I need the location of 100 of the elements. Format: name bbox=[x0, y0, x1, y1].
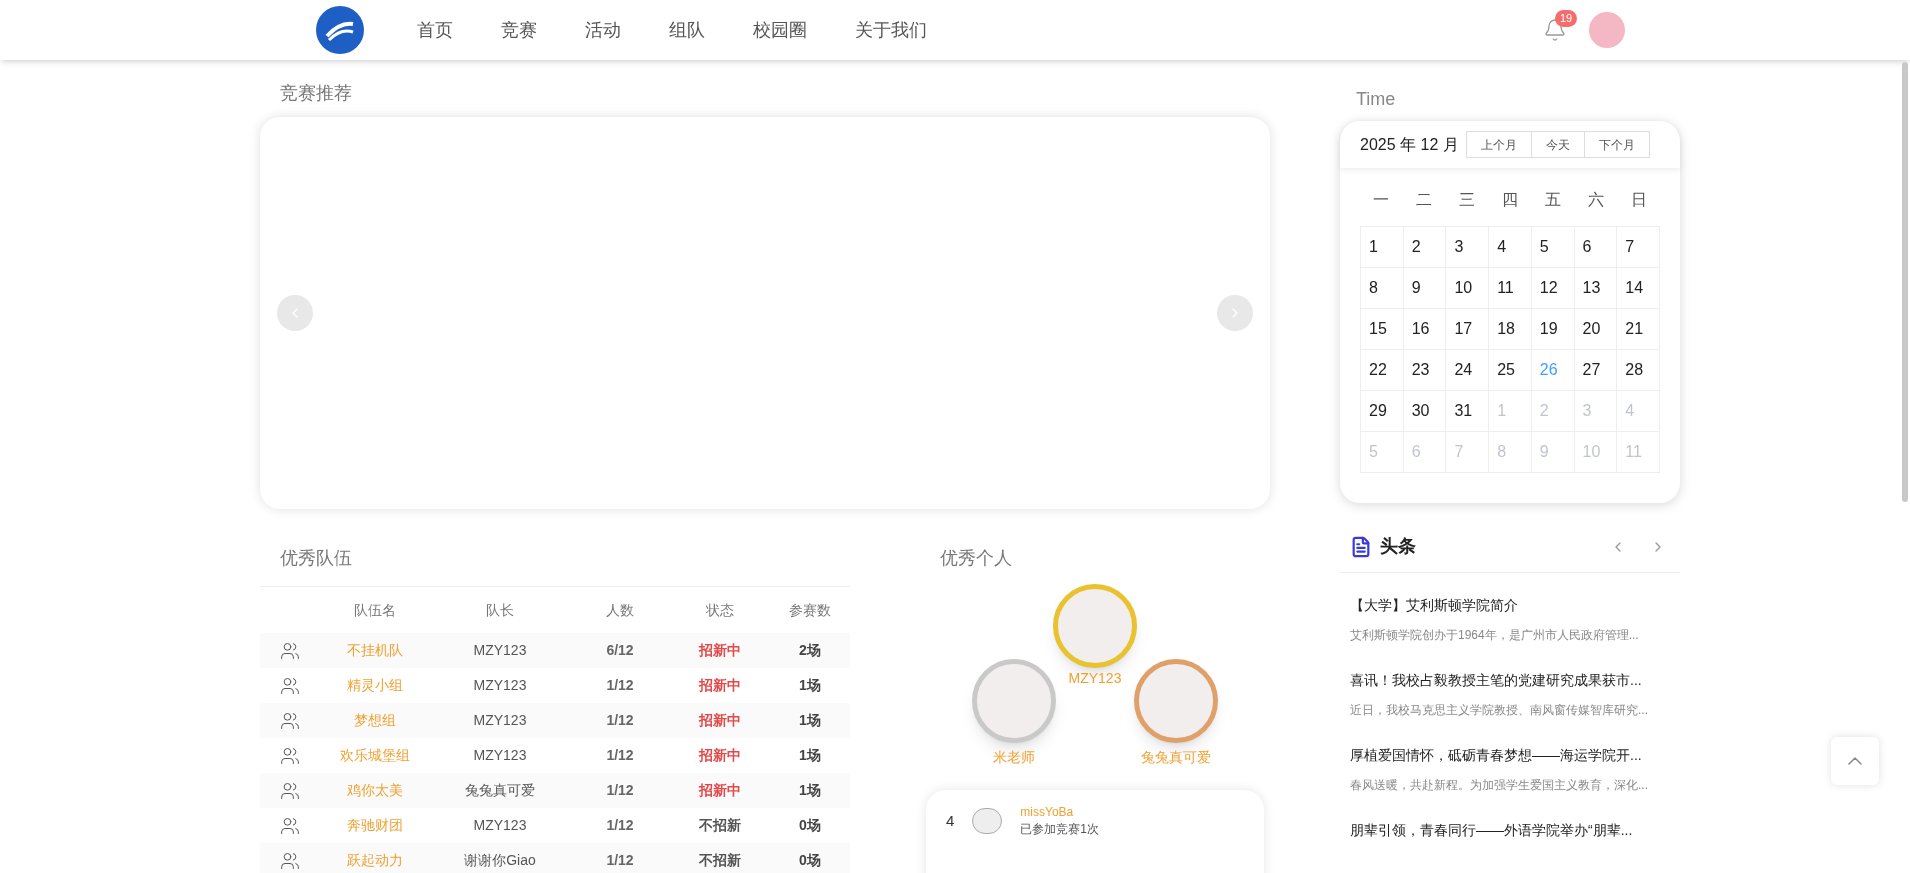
notification-count-badge: 19 bbox=[1555, 10, 1578, 27]
table-cell: 1/12 bbox=[570, 773, 670, 808]
back-to-top-button[interactable] bbox=[1831, 737, 1879, 785]
calendar-day[interactable]: 5 bbox=[1531, 227, 1575, 268]
nav-link[interactable]: 关于我们 bbox=[855, 16, 927, 44]
calendar-day[interactable]: 11 bbox=[1489, 268, 1532, 309]
weekday-label: 三 bbox=[1458, 190, 1477, 210]
calendar-day[interactable]: 29 bbox=[1361, 391, 1404, 432]
column-header: 状态 bbox=[705, 600, 735, 620]
logo-icon[interactable] bbox=[316, 6, 364, 54]
calendar-day[interactable]: 16 bbox=[1403, 309, 1447, 350]
headline-link[interactable]: 朋辈引领，青春同行——外语学院举办“朋辈... bbox=[1350, 820, 1670, 841]
table-cell-text: MZY123 bbox=[472, 816, 528, 835]
table-cell: 1场 bbox=[770, 773, 850, 808]
calendar-day[interactable]: 18 bbox=[1489, 309, 1532, 350]
table-cell: 1场 bbox=[770, 703, 850, 738]
weekday-label: 一 bbox=[1372, 190, 1391, 210]
table-cell: 0场 bbox=[770, 843, 850, 873]
headline-link[interactable]: 【大学】艾利斯顿学院简介 bbox=[1350, 595, 1670, 616]
calendar-day[interactable]: 12 bbox=[1531, 268, 1575, 309]
table-cell-text: 1场 bbox=[798, 746, 822, 765]
calendar-day[interactable]: 4 bbox=[1489, 227, 1532, 268]
nav-link[interactable]: 校园圈 bbox=[753, 16, 807, 44]
table-cell: MZY123 bbox=[430, 633, 570, 668]
table-cell-text: MZY123 bbox=[472, 676, 528, 695]
calendar-day[interactable]: 2 bbox=[1403, 227, 1447, 268]
calendar-day[interactable]: 23 bbox=[1403, 350, 1447, 391]
column-header: 队伍名 bbox=[353, 600, 397, 620]
headline-link[interactable]: 喜讯！我校占毅教授主笔的党建研究成果获市... bbox=[1350, 670, 1670, 691]
headline-link[interactable]: 厚植爱国情怀，砥砺青春梦想——海运学院开... bbox=[1350, 745, 1670, 766]
calendar-day[interactable]: 31 bbox=[1446, 391, 1490, 432]
table-cell: 2场 bbox=[770, 633, 850, 668]
status-cell-text: 招新中 bbox=[697, 746, 742, 765]
table-cell-text: 1/12 bbox=[605, 746, 635, 765]
calendar-day[interactable]: 13 bbox=[1574, 268, 1618, 309]
team-members-icon bbox=[280, 850, 300, 871]
nav-link[interactable]: 竞赛 bbox=[501, 16, 537, 44]
avatar-placeholder bbox=[972, 808, 1003, 834]
weekday-label: 二 bbox=[1415, 190, 1434, 210]
calendar-day[interactable]: 25 bbox=[1489, 350, 1532, 391]
calendar-day[interactable]: 22 bbox=[1361, 350, 1404, 391]
table-cell: 谢谢你Giao bbox=[430, 843, 570, 873]
calendar-day[interactable]: 14 bbox=[1617, 268, 1660, 309]
calendar-day[interactable]: 7 bbox=[1617, 227, 1660, 268]
calendar-day[interactable]: 24 bbox=[1446, 350, 1490, 391]
section-title: 竞赛推荐 bbox=[279, 82, 353, 105]
status-cell: 招新中 bbox=[670, 773, 770, 808]
section-title: 优秀队伍 bbox=[260, 545, 850, 587]
calendar-day[interactable]: 28 bbox=[1617, 350, 1660, 391]
scrollbar-thumb[interactable] bbox=[1902, 62, 1908, 502]
calendar-day[interactable]: 20 bbox=[1574, 309, 1618, 350]
calendar-day[interactable]: 10 bbox=[1446, 268, 1490, 309]
participation-note: 已参加竞赛1次 bbox=[1020, 821, 1100, 838]
month-nav-button[interactable]: 上个月 bbox=[1465, 131, 1532, 158]
nav-link[interactable]: 活动 bbox=[585, 16, 621, 44]
user-avatar[interactable] bbox=[1589, 12, 1625, 48]
calendar-day[interactable]: 30 bbox=[1403, 391, 1447, 432]
column-header: 人数 bbox=[605, 600, 635, 620]
table-cell: 1/12 bbox=[570, 703, 670, 738]
section-title: 头条 bbox=[1380, 535, 1416, 558]
status-cell: 招新中 bbox=[670, 703, 770, 738]
status-cell: 不招新 bbox=[670, 843, 770, 873]
team-members-icon bbox=[280, 815, 300, 836]
weekday-label: 日 bbox=[1629, 190, 1648, 210]
status-cell-text: 不招新 bbox=[698, 816, 742, 835]
calendar-day[interactable]: 1 bbox=[1361, 227, 1404, 268]
month-nav-button[interactable]: 今天 bbox=[1530, 131, 1585, 158]
team-members-icon bbox=[280, 780, 300, 801]
calendar-day[interactable]: 8 bbox=[1361, 268, 1404, 309]
table-cell-text: 0场 bbox=[798, 816, 822, 835]
table-cell-text: 1场 bbox=[798, 676, 822, 695]
calendar-day[interactable]: 6 bbox=[1574, 227, 1618, 268]
headline-summary: 艾利斯顿学院创办于1964年，是广州市人民政府管理... bbox=[1350, 627, 1640, 644]
month-nav-button[interactable]: 下个月 bbox=[1583, 131, 1650, 158]
nav-link[interactable]: 组队 bbox=[669, 16, 705, 44]
calendar-day[interactable]: 3 bbox=[1446, 227, 1490, 268]
status-cell-text: 招新中 bbox=[697, 676, 742, 695]
column-header: 队长 bbox=[485, 600, 515, 620]
nav-link[interactable]: 首页 bbox=[417, 16, 453, 44]
calendar-day[interactable]: 9 bbox=[1403, 268, 1447, 309]
rank-number: 4 bbox=[946, 810, 955, 831]
table-cell: 1/12 bbox=[570, 843, 670, 873]
table-cell: 兔兔真可爱 bbox=[430, 773, 570, 808]
weekday-label: 六 bbox=[1586, 190, 1605, 210]
headline-summary: 春风送暖，共赴新程。为加强学生爱国主义教育，深化... bbox=[1350, 777, 1649, 794]
section-title: Time bbox=[1355, 88, 1397, 111]
table-cell: MZY123 bbox=[430, 703, 570, 738]
team-members-icon bbox=[280, 710, 300, 731]
team-members-icon bbox=[280, 745, 300, 766]
calendar-day[interactable]: 27 bbox=[1574, 350, 1618, 391]
table-cell-text: 1/12 bbox=[605, 816, 635, 835]
team-members-icon bbox=[280, 675, 300, 696]
document-icon bbox=[1350, 535, 1372, 558]
column-header: 参赛数 bbox=[788, 600, 832, 620]
calendar-day[interactable]: 21 bbox=[1617, 309, 1660, 350]
status-cell: 招新中 bbox=[670, 633, 770, 668]
table-cell-text: MZY123 bbox=[472, 746, 528, 765]
calendar-day[interactable]: 17 bbox=[1446, 309, 1490, 350]
calendar-day[interactable]: 15 bbox=[1361, 309, 1404, 350]
calendar-day[interactable]: 19 bbox=[1531, 309, 1575, 350]
